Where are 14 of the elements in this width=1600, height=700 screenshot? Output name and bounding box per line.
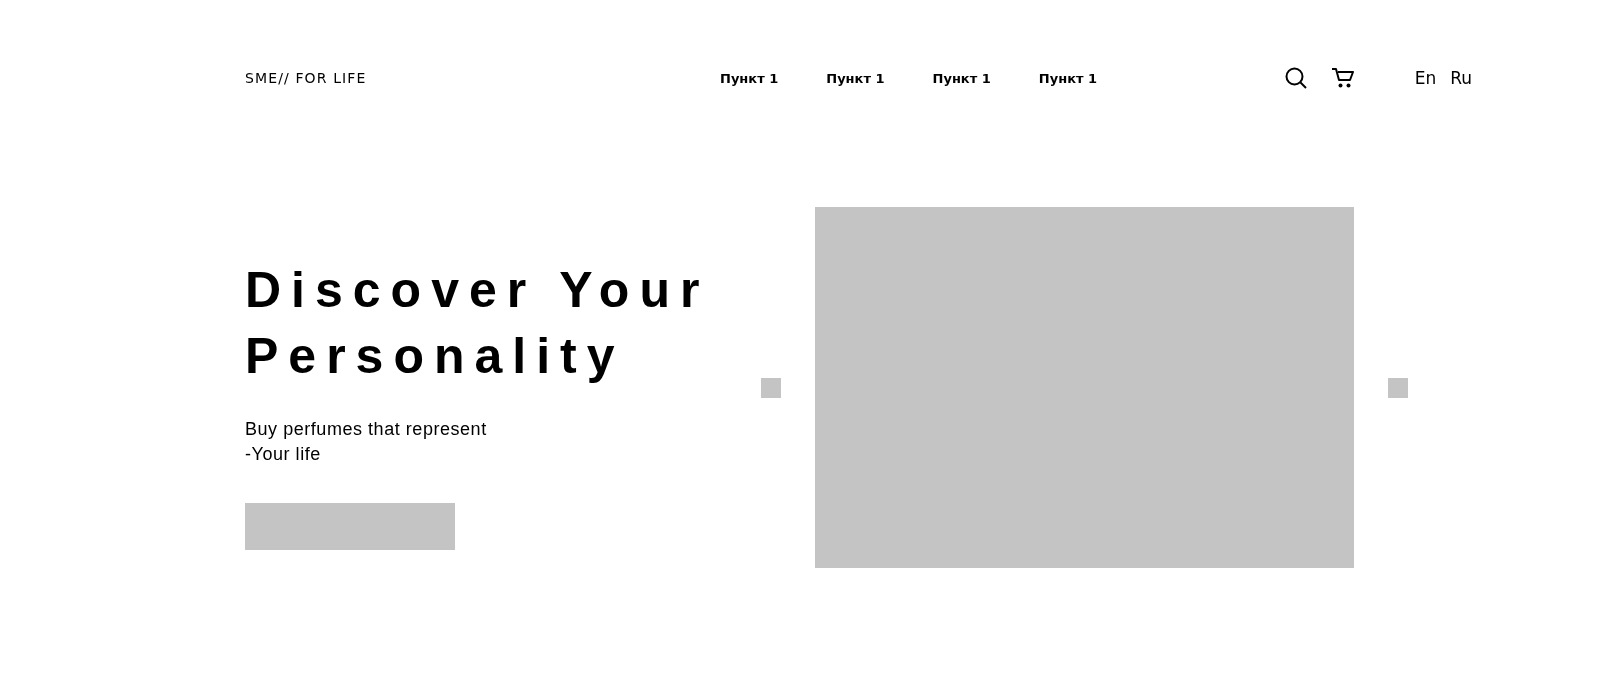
- next-button[interactable]: [1388, 377, 1408, 398]
- language-link[interactable]: Ru: [1450, 68, 1472, 88]
- previous-button[interactable]: [761, 377, 781, 398]
- language-link[interactable]: En: [1414, 68, 1437, 88]
- nav-link[interactable]: Пункт 1: [932, 70, 991, 86]
- nav-link[interactable]: Пункт 1: [720, 70, 779, 86]
- hero-subtitle: Buy perfumes that represent -Your life: [245, 418, 488, 466]
- cta-button[interactable]: [245, 503, 455, 550]
- nav-link[interactable]: Пункт 1: [826, 70, 885, 86]
- hero-heading: Discover Your Personality: [245, 261, 711, 386]
- logo[interactable]: SME// FOR LIFE: [245, 70, 720, 86]
- nav-link[interactable]: Пункт 1: [1038, 70, 1098, 86]
- cart-icon[interactable]: [1330, 67, 1355, 89]
- search-icon[interactable]: [1284, 67, 1307, 89]
